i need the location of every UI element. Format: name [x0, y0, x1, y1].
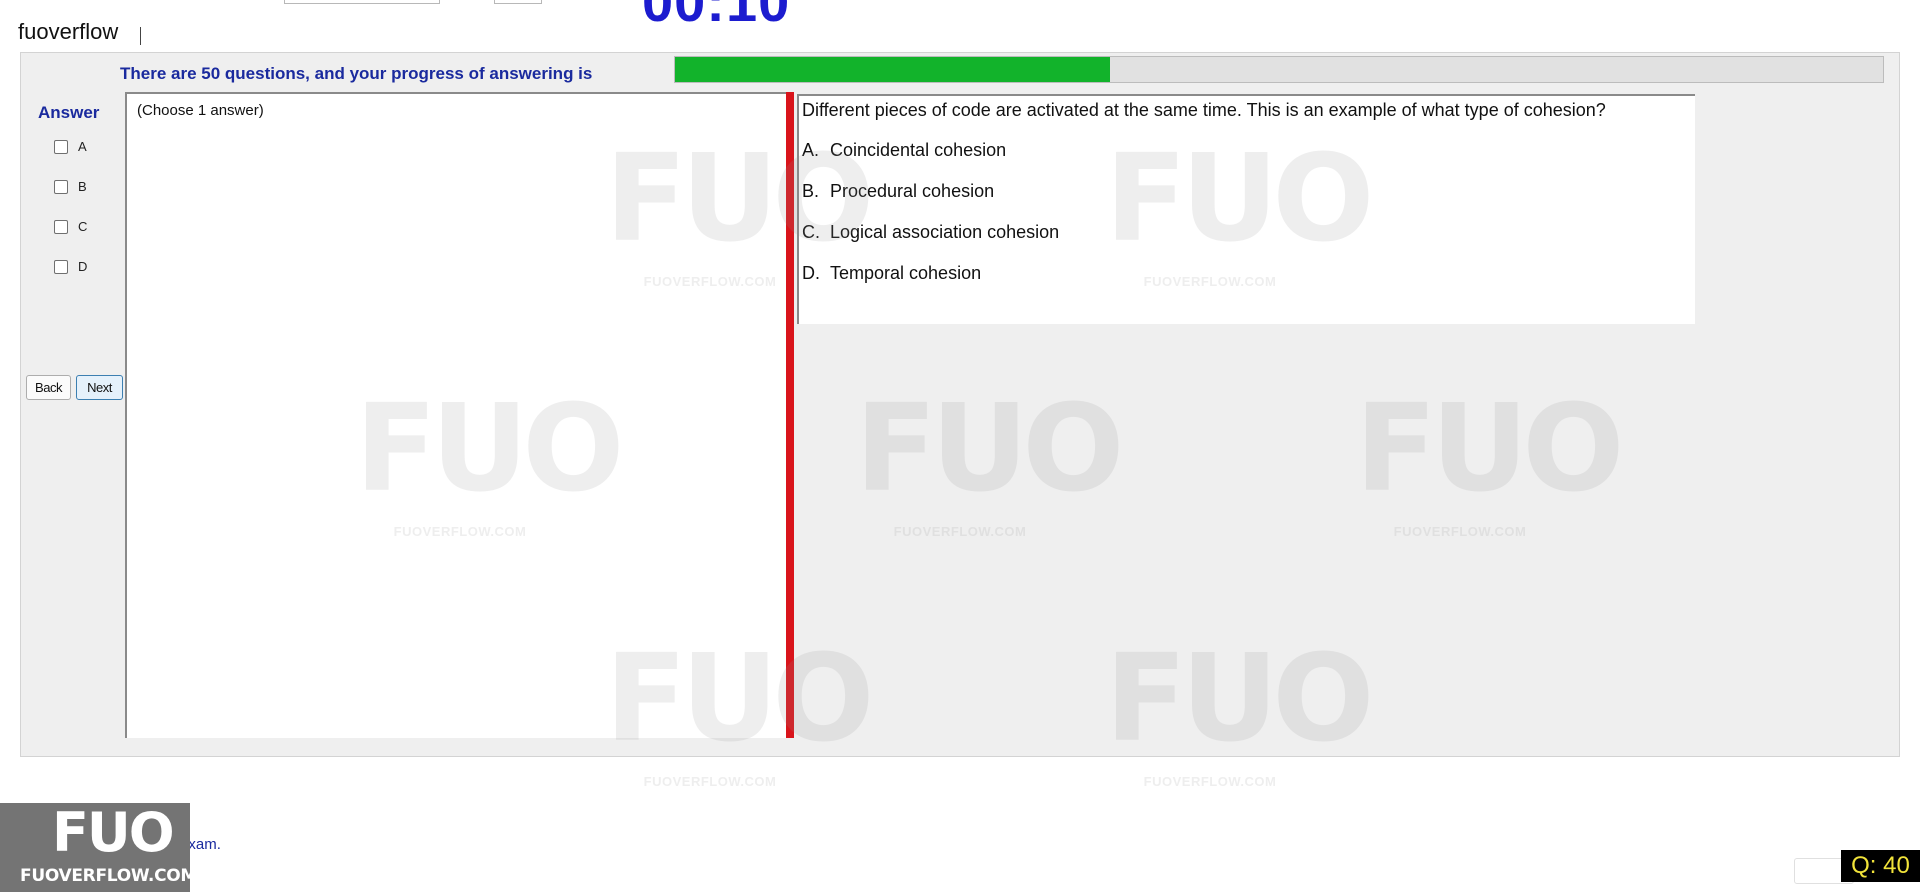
question-option-letter: B.	[802, 181, 820, 201]
exam-timer: 00:10	[642, 0, 791, 33]
question-option-a: A. Coincidental cohesion	[802, 140, 1006, 161]
question-option-c: C. Logical association cohesion	[802, 222, 1059, 243]
question-option-letter: A.	[802, 140, 820, 160]
site-name-input[interactable]: fuoverflow	[18, 19, 118, 45]
panel-divider[interactable]	[786, 92, 794, 738]
question-counter: Q: 40	[1841, 850, 1920, 882]
answer-option-b[interactable]: B	[54, 179, 87, 194]
question-option-text: Temporal cohesion	[830, 263, 982, 283]
top-small-field[interactable]	[494, 0, 542, 4]
answer-option-d[interactable]: D	[54, 259, 87, 274]
progress-bar-fill	[675, 57, 1110, 82]
question-option-b: B. Procedural cohesion	[802, 181, 994, 202]
answer-checkbox-d[interactable]	[54, 259, 68, 274]
answer-area: (Choose 1 answer)	[125, 92, 789, 738]
site-logo-mark: FUO	[52, 801, 175, 864]
answer-option-label: D	[78, 259, 88, 274]
question-option-text: Coincidental cohesion	[830, 140, 1007, 160]
answer-option-a[interactable]: A	[54, 139, 87, 154]
question-option-letter: C.	[802, 222, 820, 242]
back-button[interactable]: Back	[26, 375, 71, 400]
answer-option-c[interactable]: C	[54, 219, 87, 234]
next-button[interactable]: Next	[76, 375, 123, 400]
answer-checkbox-a[interactable]	[54, 139, 68, 154]
answer-checkbox-b[interactable]	[54, 179, 68, 194]
progress-bar	[674, 56, 1884, 83]
question-box: Different pieces of code are activated a…	[797, 94, 1695, 324]
progress-label: There are 50 questions, and your progres…	[120, 64, 593, 83]
question-option-d: D. Temporal cohesion	[802, 263, 981, 284]
question-text: Different pieces of code are activated a…	[802, 100, 1606, 120]
question-option-text: Logical association cohesion	[830, 222, 1060, 242]
question-option-letter: D.	[802, 263, 820, 283]
watermark-url: FUOVERFLOW.COM	[643, 774, 777, 789]
answer-option-label: B	[78, 179, 87, 194]
answer-option-label: C	[78, 219, 88, 234]
text-caret	[140, 27, 141, 45]
answer-option-label: A	[78, 139, 87, 154]
site-logo-url: FUOVERFLOW.COM	[20, 866, 198, 886]
answer-checkbox-c[interactable]	[54, 219, 68, 234]
choose-instruction: (Choose 1 answer)	[137, 102, 264, 119]
watermark-url: FUOVERFLOW.COM	[1143, 774, 1277, 789]
top-dropdown[interactable]	[284, 0, 440, 4]
answer-title: Answer	[38, 103, 100, 122]
question-option-text: Procedural cohesion	[830, 181, 995, 201]
